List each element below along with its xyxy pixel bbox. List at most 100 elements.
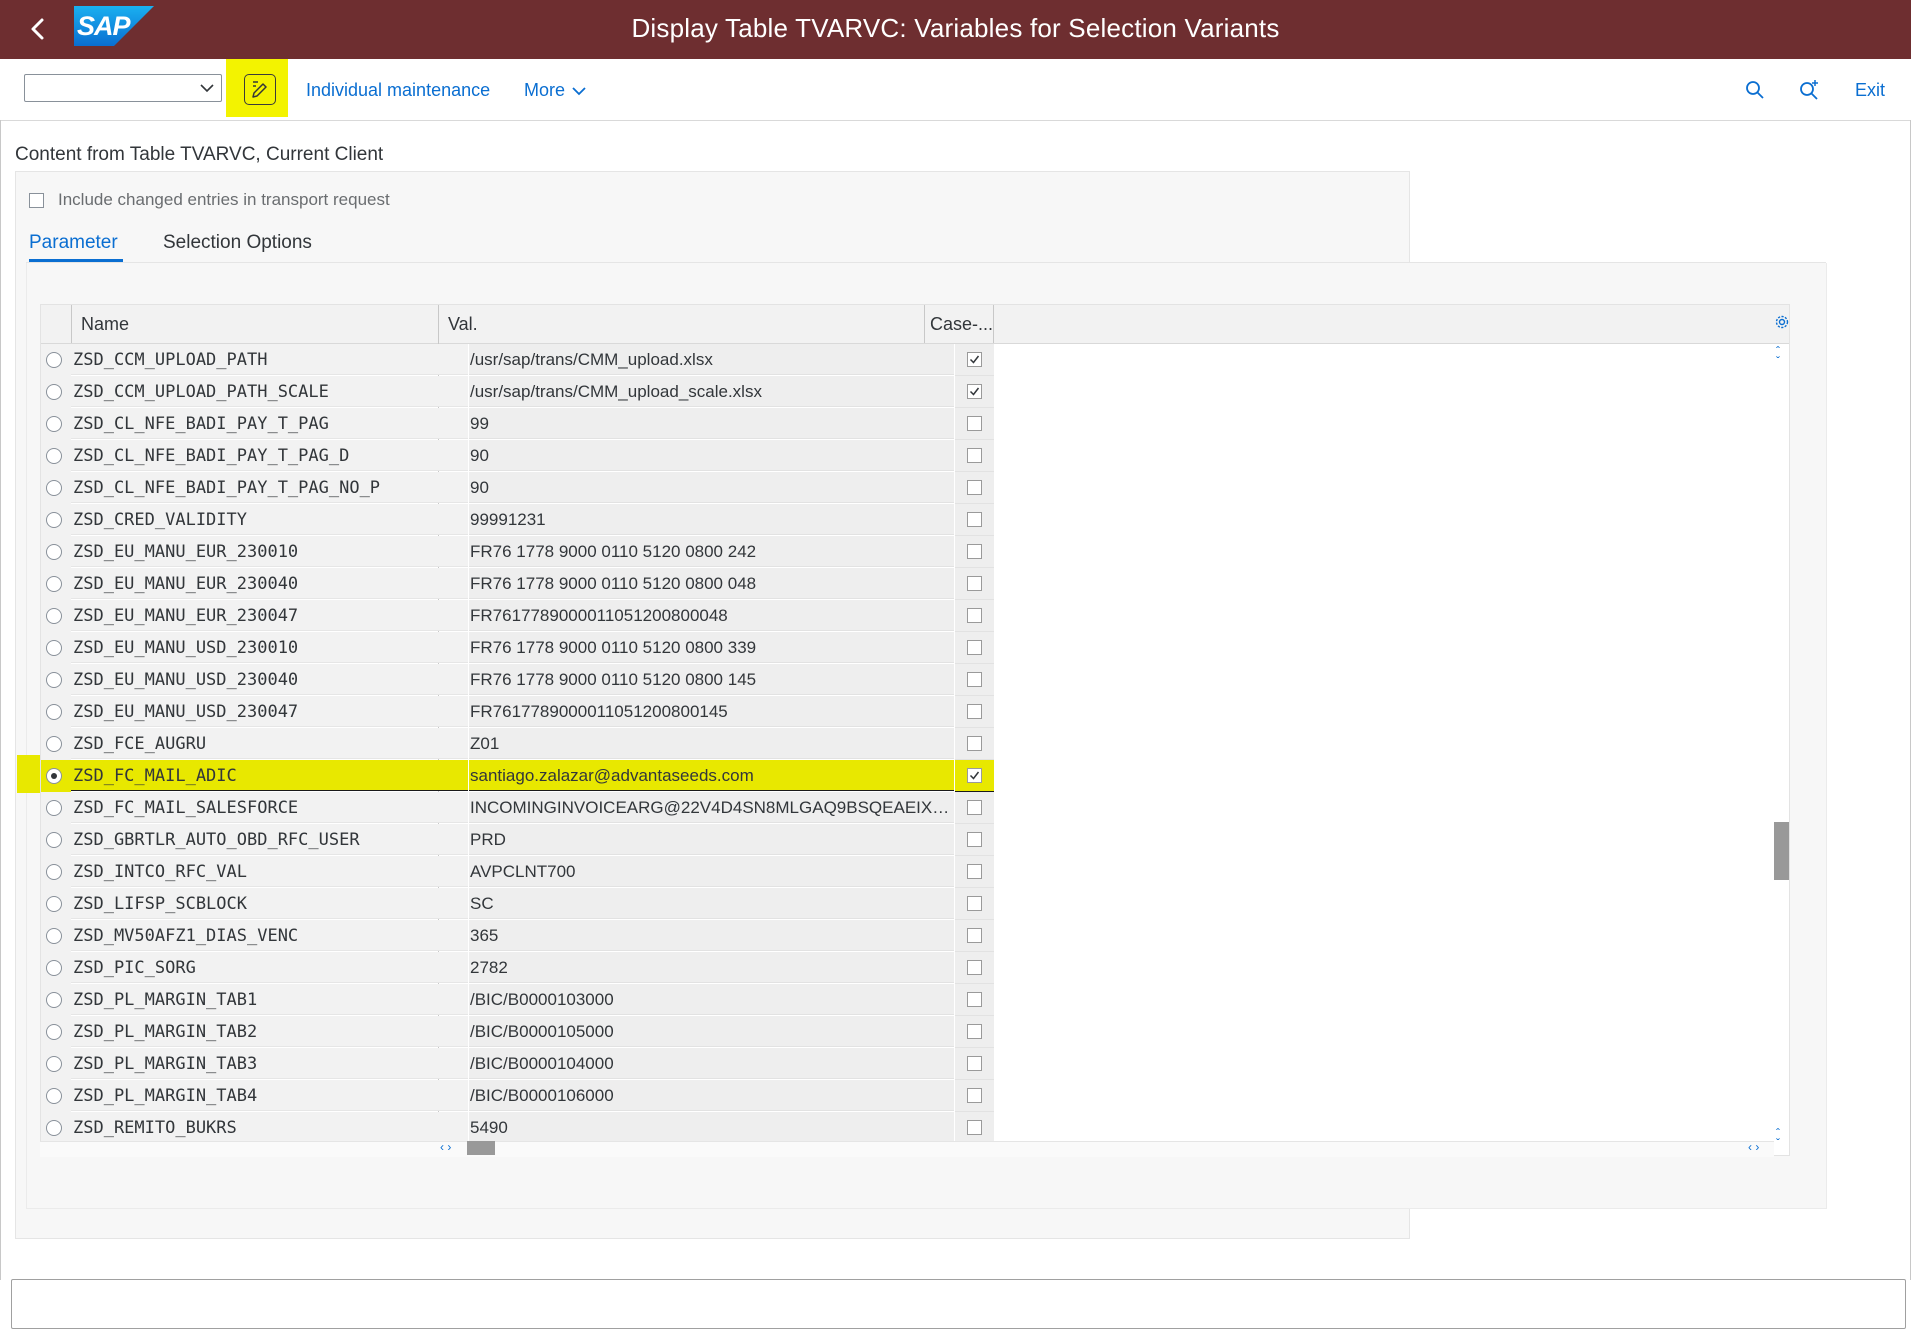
table-row[interactable]: ZSD_PL_MARGIN_TAB3/BIC/B0000104000 xyxy=(41,1048,994,1080)
case-sensitive-checkbox[interactable] xyxy=(967,896,982,911)
case-sensitive-checkbox[interactable] xyxy=(967,768,982,783)
table-row[interactable]: ZSD_EU_MANU_USD_230047 FR7617789000011051… xyxy=(41,696,994,728)
search-more-icon[interactable] xyxy=(1796,78,1822,102)
row-selector[interactable] xyxy=(41,920,71,952)
row-selector[interactable] xyxy=(41,440,71,472)
case-sensitive-checkbox[interactable] xyxy=(967,384,982,399)
row-selector[interactable] xyxy=(41,472,71,504)
table-row[interactable]: ZSD_EU_MANU_EUR_230047 FR7617789000011051… xyxy=(41,600,994,632)
row-selector[interactable] xyxy=(41,536,71,568)
case-sensitive-checkbox[interactable] xyxy=(967,672,982,687)
table-row[interactable]: ZSD_FC_MAIL_SALESFORCE INCOMINGINVOICEARG… xyxy=(41,792,994,824)
row-selector[interactable] xyxy=(41,952,71,984)
row-radio-button[interactable] xyxy=(46,992,62,1008)
scroll-right-icon[interactable]: ‹ › xyxy=(1748,1141,1759,1153)
row-radio-button[interactable] xyxy=(46,576,62,592)
table-row[interactable]: ZSD_FC_MAIL_ADIC santiago.zalazar@advanta… xyxy=(41,760,994,793)
row-selector[interactable] xyxy=(41,1048,71,1080)
table-row[interactable]: ZSD_PL_MARGIN_TAB2/BIC/B0000105000 xyxy=(41,1016,994,1048)
case-sensitive-checkbox[interactable] xyxy=(967,416,982,431)
individual-maintenance-button[interactable]: Individual maintenance xyxy=(306,80,490,101)
row-radio-button[interactable] xyxy=(46,1056,62,1072)
case-sensitive-checkbox[interactable] xyxy=(967,1120,982,1135)
table-row[interactable]: ZSD_PL_MARGIN_TAB4/BIC/B0000106000 xyxy=(41,1080,994,1112)
row-radio-button[interactable] xyxy=(46,384,62,400)
table-row[interactable]: ZSD_EU_MANU_EUR_230010 FR76 1778 9000 011… xyxy=(41,536,994,568)
display-change-button[interactable] xyxy=(226,59,288,117)
row-selector[interactable] xyxy=(41,664,71,696)
scroll-up-icon[interactable]: ˆˇ xyxy=(1776,345,1780,367)
row-selector[interactable] xyxy=(41,1112,71,1144)
layout-dropdown[interactable] xyxy=(24,74,222,102)
case-sensitive-checkbox[interactable] xyxy=(967,704,982,719)
row-radio-button[interactable] xyxy=(46,704,62,720)
row-selector[interactable] xyxy=(41,504,71,536)
row-selector[interactable] xyxy=(41,408,71,440)
table-row[interactable]: ZSD_CCM_UPLOAD_PATH/usr/sap/trans/CMM_up… xyxy=(41,344,994,376)
case-sensitive-checkbox[interactable] xyxy=(967,736,982,751)
case-sensitive-checkbox[interactable] xyxy=(967,1088,982,1103)
row-selector[interactable] xyxy=(41,792,71,824)
row-selector[interactable] xyxy=(41,344,71,376)
vertical-scrollbar[interactable] xyxy=(1774,344,1790,1150)
row-radio-button[interactable] xyxy=(46,352,62,368)
row-selector[interactable] xyxy=(41,568,71,600)
row-selector[interactable] xyxy=(41,856,71,888)
case-sensitive-checkbox[interactable] xyxy=(967,576,982,591)
case-sensitive-checkbox[interactable] xyxy=(967,480,982,495)
row-selector[interactable] xyxy=(41,1080,71,1112)
scroll-down-icon[interactable]: ˆˇ xyxy=(1776,1127,1780,1149)
row-selector[interactable] xyxy=(41,984,71,1016)
row-radio-button[interactable] xyxy=(46,1120,62,1136)
row-radio-button[interactable] xyxy=(46,448,62,464)
gear-icon[interactable] xyxy=(1775,315,1789,334)
table-row[interactable]: ZSD_CL_NFE_BADI_PAY_T_PAG_NO_P 90 xyxy=(41,472,994,504)
case-sensitive-checkbox[interactable] xyxy=(967,544,982,559)
row-radio-button[interactable] xyxy=(46,544,62,560)
table-row[interactable]: ZSD_LIFSP_SCBLOCK SC xyxy=(41,888,994,920)
transport-checkbox[interactable] xyxy=(29,193,44,208)
exit-button[interactable]: Exit xyxy=(1855,80,1885,101)
case-sensitive-checkbox[interactable] xyxy=(967,640,982,655)
column-header-name[interactable]: Name xyxy=(81,314,129,335)
horizontal-scroll-thumb[interactable] xyxy=(467,1141,495,1155)
case-sensitive-checkbox[interactable] xyxy=(967,960,982,975)
case-sensitive-checkbox[interactable] xyxy=(967,608,982,623)
table-row[interactable]: ZSD_CCM_UPLOAD_PATH_SCALE/usr/sap/trans/… xyxy=(41,376,994,408)
row-selector[interactable] xyxy=(41,824,71,856)
row-radio-button[interactable] xyxy=(46,480,62,496)
case-sensitive-checkbox[interactable] xyxy=(967,448,982,463)
row-radio-button[interactable] xyxy=(46,512,62,528)
row-selector[interactable] xyxy=(41,888,71,920)
case-sensitive-checkbox[interactable] xyxy=(967,1056,982,1071)
column-header-val[interactable]: Val. xyxy=(448,314,478,335)
table-row[interactable]: ZSD_CRED_VALIDITY 99991231 xyxy=(41,504,994,536)
row-radio-button[interactable] xyxy=(46,1024,62,1040)
row-radio-button[interactable] xyxy=(46,800,62,816)
table-row[interactable]: ZSD_MV50AFZ1_DIAS_VENC 365 xyxy=(41,920,994,952)
more-menu-button[interactable]: More xyxy=(524,80,587,101)
search-icon[interactable] xyxy=(1742,78,1768,102)
table-row[interactable]: ZSD_EU_MANU_USD_230010 FR76 1778 9000 011… xyxy=(41,632,994,664)
row-selector[interactable] xyxy=(41,728,71,760)
table-row[interactable]: ZSD_PIC_SORG 2782 xyxy=(41,952,994,984)
case-sensitive-checkbox[interactable] xyxy=(967,832,982,847)
case-sensitive-checkbox[interactable] xyxy=(967,512,982,527)
table-row[interactable]: ZSD_CL_NFE_BADI_PAY_T_PAG 99 xyxy=(41,408,994,440)
case-sensitive-checkbox[interactable] xyxy=(967,928,982,943)
row-radio-button[interactable] xyxy=(46,608,62,624)
case-sensitive-checkbox[interactable] xyxy=(967,352,982,367)
row-radio-button[interactable] xyxy=(46,928,62,944)
row-radio-button[interactable] xyxy=(46,640,62,656)
table-row[interactable]: ZSD_FCE_AUGRU Z01 xyxy=(41,728,994,760)
row-radio-button[interactable] xyxy=(46,864,62,880)
case-sensitive-checkbox[interactable] xyxy=(967,992,982,1007)
row-radio-button[interactable] xyxy=(46,960,62,976)
table-row[interactable]: ZSD_EU_MANU_EUR_230040 FR76 1778 9000 011… xyxy=(41,568,994,600)
case-sensitive-checkbox[interactable] xyxy=(967,800,982,815)
column-header-case[interactable]: Case-... xyxy=(930,314,993,335)
case-sensitive-checkbox[interactable] xyxy=(967,864,982,879)
row-radio-button[interactable] xyxy=(46,896,62,912)
table-row[interactable]: ZSD_EU_MANU_USD_230040 FR76 1778 9000 011… xyxy=(41,664,994,696)
scroll-left-icon[interactable]: ‹ › xyxy=(440,1141,451,1153)
